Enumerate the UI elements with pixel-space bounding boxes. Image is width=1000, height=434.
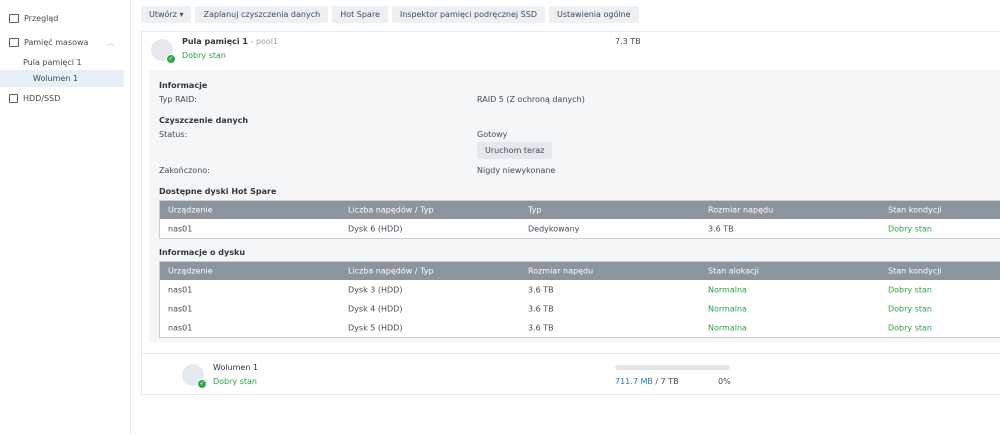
create-button[interactable]: Utwórz ▾: [141, 6, 192, 23]
column-header[interactable]: Urządzenie: [168, 206, 213, 215]
table-cell: Dobry stan: [888, 304, 932, 313]
volume-row[interactable]: ✓ Wolumen 1 Dobry stan 711.7 MB / 7 TB 0…: [142, 353, 1000, 395]
sidebar-item-volume[interactable]: Wolumen 1: [0, 70, 124, 87]
table-cell: nas01: [168, 224, 193, 233]
table-cell: Normalna: [708, 304, 747, 313]
run-now-button[interactable]: Uruchom teraz: [477, 142, 553, 159]
table-cell: Dedykowany: [528, 224, 580, 233]
volume-status: Dobry stan: [213, 377, 257, 386]
table-cell: 3.6 TB: [708, 224, 734, 233]
table-cell: Dobry stan: [888, 224, 932, 233]
table-cell: 3.6 TB: [528, 323, 554, 332]
hdd-icon: [9, 94, 18, 103]
table-cell: Normalna: [708, 285, 747, 294]
finished-label: Zakończono:: [159, 166, 210, 175]
column-header[interactable]: Rozmiar napędu: [528, 267, 593, 276]
raid-value: RAID 5 (Z ochroną danych): [477, 95, 585, 104]
table-header: Urządzenie Liczba napędów / Typ Rozmiar na…: [160, 262, 1000, 280]
volume-usage: 711.7 MB / 7 TB: [615, 377, 679, 386]
scrub-status-value: Gotowy: [477, 130, 508, 139]
scrub-heading: Czyszczenie danych: [159, 116, 249, 125]
pool-details: Informacje Typ RAID: RAID 5 (Z ochroną d…: [149, 70, 1000, 342]
table-cell: nas01: [168, 285, 193, 294]
table-cell: 3.6 TB: [528, 285, 554, 294]
column-header[interactable]: Stan kondycji: [888, 206, 942, 215]
table-row[interactable]: nas01 Dysk 4 (HDD) 3.6 TB Normalna Dobry sta…: [160, 299, 1000, 318]
table-cell: nas01: [168, 323, 193, 332]
sidebar-item-label: Wolumen 1: [33, 74, 79, 83]
table-cell: Dobry stan: [888, 285, 932, 294]
check-icon: ✓: [166, 54, 176, 64]
total-size: / 7 TB: [652, 377, 679, 386]
info-heading: Informacje: [159, 81, 208, 90]
table-cell: nas01: [168, 304, 193, 313]
pool-status: Dobry stan: [182, 51, 226, 60]
table-row[interactable]: nas01 Dysk 3 (HDD) 3.6 TB Normalna Dobry sta…: [160, 280, 1000, 299]
pool-card: ✓ Pula pamięci 1 - pool1 Dobry stan 7.3 …: [141, 31, 1000, 395]
pool-id: pool1: [255, 37, 279, 46]
column-header[interactable]: Urządzenie: [168, 267, 213, 276]
table-row[interactable]: nas01 Dysk 5 (HDD) 3.6 TB Normalna Dobry sta…: [160, 318, 1000, 337]
column-header[interactable]: Typ: [528, 206, 541, 215]
schedule-scrub-button[interactable]: Zaplanuj czyszczenia danych: [195, 6, 329, 23]
overview-icon: [9, 14, 19, 23]
sidebar-item-pool[interactable]: Pula pamięci 1: [0, 54, 124, 71]
sidebar-item-label: Przegląd: [24, 14, 59, 23]
pool-size: 7.3 TB: [615, 37, 641, 46]
sidebar-item-label: HDD/SSD: [23, 94, 61, 103]
pool-icon: ✓: [151, 39, 176, 64]
column-header[interactable]: Liczba napędów / Typ: [348, 206, 434, 215]
column-header[interactable]: Rozmiar napędu: [708, 206, 773, 215]
hotspare-table: Urządzenie Liczba napędów / Typ Typ Rozmiar…: [159, 200, 1000, 239]
table-row[interactable]: nas01 Dysk 6 (HDD) Dedykowany 3.6 TB Dobry s…: [160, 219, 1000, 238]
table-cell: Dysk 6 (HDD): [348, 224, 403, 233]
table-cell: Dobry stan: [888, 323, 932, 332]
pool-title[interactable]: Pula pamięci 1 - pool1: [182, 37, 278, 46]
sidebar-item-hdd[interactable]: HDD/SSD: [0, 90, 124, 107]
disk-heading: Informacje o dysku: [159, 248, 246, 257]
sidebar-item-label: Pamięć masowa: [24, 38, 89, 47]
disk-table: Urządzenie Liczba napędów / Typ Rozmiar na…: [159, 261, 1000, 338]
sidebar: Przegląd Pamięć masowa ︿ Pula pamięci 1 W…: [0, 0, 131, 434]
volume-cube-icon: ✓: [182, 364, 207, 389]
volume-name: Wolumen 1: [213, 363, 259, 372]
finished-value: Nigdy niewykonane: [477, 166, 556, 175]
chevron-up-icon[interactable]: ︿: [107, 38, 114, 48]
sidebar-item-storage[interactable]: Pamięć masowa ︿: [0, 34, 124, 51]
hotspare-heading: Dostępne dyski Hot Spare: [159, 187, 277, 196]
used-size: 711.7 MB: [615, 377, 653, 386]
table-cell: Dysk 4 (HDD): [348, 304, 403, 313]
separator: -: [247, 37, 256, 46]
hot-spare-button[interactable]: Hot Spare: [332, 6, 388, 23]
pool-name: Pula pamięci 1: [182, 37, 248, 46]
column-header[interactable]: Liczba napędów / Typ: [348, 267, 434, 276]
table-cell: Normalna: [708, 323, 747, 332]
toolbar: Utwórz ▾ Zaplanuj czyszczenia danych Hot…: [141, 6, 639, 23]
table-cell: Dysk 3 (HDD): [348, 285, 403, 294]
usage-bar: [615, 365, 730, 370]
table-header: Urządzenie Liczba napędów / Typ Typ Rozmiar…: [160, 201, 1000, 219]
table-cell: 3.6 TB: [528, 304, 554, 313]
scrub-status-label: Status:: [159, 130, 188, 139]
ssd-inspector-button[interactable]: Inspektor pamięci podręcznej SSD: [391, 6, 545, 23]
raid-label: Typ RAID:: [159, 95, 197, 104]
sidebar-item-overview[interactable]: Przegląd: [0, 10, 124, 27]
volume-percent: 0%: [718, 377, 731, 386]
column-header[interactable]: Stan kondycji: [888, 267, 942, 276]
table-cell: Dysk 5 (HDD): [348, 323, 403, 332]
check-icon: ✓: [197, 379, 207, 389]
column-header[interactable]: Stan alokacji: [708, 267, 759, 276]
sidebar-item-label: Pula pamięci 1: [23, 58, 82, 67]
general-settings-button[interactable]: Ustawienia ogólne: [548, 6, 639, 23]
storage-icon: [9, 38, 19, 47]
